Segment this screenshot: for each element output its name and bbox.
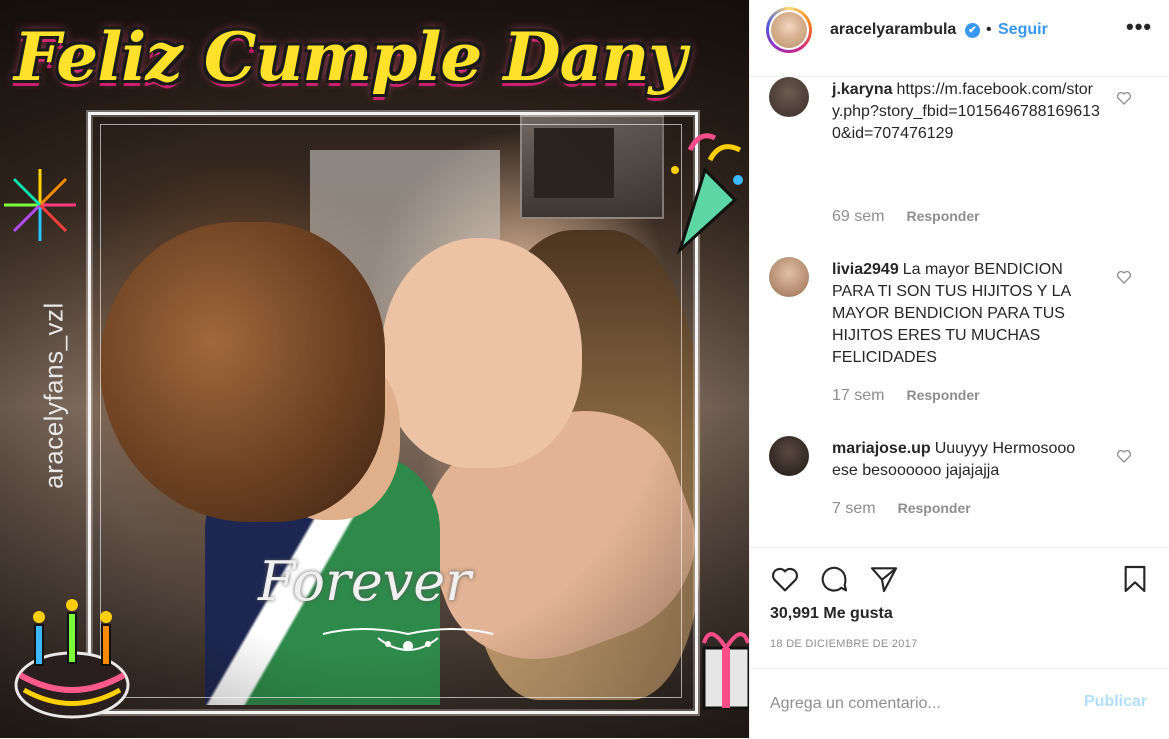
post-image[interactable]: Feliz Cumple Dany aracelyfans_vzl Foreve… <box>0 0 749 738</box>
separator-dot: • <box>986 21 992 38</box>
publish-button[interactable]: Publicar <box>1084 693 1147 711</box>
party-popper-icon <box>671 133 743 255</box>
firework-icon <box>4 169 76 241</box>
comment-icon[interactable] <box>818 563 850 595</box>
reply-button[interactable]: Responder <box>906 387 979 403</box>
like-comment-heart-icon[interactable] <box>1116 269 1132 285</box>
bookmark-icon[interactable] <box>1119 563 1151 595</box>
comment-username[interactable]: j.karyna <box>832 81 892 98</box>
reply-button[interactable]: Responder <box>906 208 979 224</box>
comment-time[interactable]: 7 sem <box>832 500 876 517</box>
share-icon[interactable] <box>868 563 900 595</box>
comment-meta: 7 sem Responder <box>832 500 971 518</box>
comment-username[interactable]: mariajose.up <box>832 440 931 457</box>
birthday-cake-icon <box>14 599 130 719</box>
like-comment-heart-icon[interactable] <box>1116 90 1132 106</box>
comments-list[interactable]: j.karyna https://m.facebook.com/story.php… <box>750 77 1169 547</box>
overlay-forever-text: Forever <box>258 550 472 613</box>
author-username[interactable]: aracelyarambula <box>830 21 956 39</box>
reply-button[interactable]: Responder <box>898 500 971 516</box>
comment-username[interactable]: livia2949 <box>832 261 899 278</box>
story-ring[interactable] <box>766 7 812 53</box>
verified-badge-icon: ✔ <box>965 23 980 38</box>
comment-text: j.karyna https://m.facebook.com/story.php… <box>832 79 1102 145</box>
overlay-title: Feliz Cumple Dany <box>14 18 687 96</box>
gift-icon <box>702 632 749 710</box>
add-comment-bar: Publicar <box>750 668 1169 739</box>
comment-meta: 69 sem Responder <box>832 208 980 226</box>
likes-count[interactable]: 30,991 Me gusta <box>770 605 893 623</box>
post-header: aracelyarambula ✔ • Seguir ••• <box>750 0 1169 77</box>
avatar[interactable] <box>769 77 809 117</box>
post-side-panel: aracelyarambula ✔ • Seguir ••• j.karyna h… <box>749 0 1169 738</box>
comment-time[interactable]: 69 sem <box>832 208 884 225</box>
avatar[interactable] <box>769 436 809 476</box>
comment-meta: 17 sem Responder <box>832 387 980 405</box>
comment-time[interactable]: 17 sem <box>832 387 884 404</box>
avatar[interactable] <box>769 10 809 50</box>
more-options-icon[interactable]: ••• <box>1126 14 1152 40</box>
comment-text: mariajose.up Uuuyyy Hermosooo ese besoooo… <box>832 438 1102 482</box>
avatar[interactable] <box>769 257 809 297</box>
heart-icon[interactable] <box>769 563 801 595</box>
comment-input[interactable] <box>768 691 1072 717</box>
ornament-icon <box>322 628 494 651</box>
follow-button[interactable]: Seguir <box>998 21 1048 39</box>
comment-text: livia2949 La mayor BENDICION PARA TI SON … <box>832 259 1102 369</box>
like-comment-heart-icon[interactable] <box>1116 448 1132 464</box>
post-date[interactable]: 18 DE DICIEMBRE DE 2017 <box>770 638 918 650</box>
